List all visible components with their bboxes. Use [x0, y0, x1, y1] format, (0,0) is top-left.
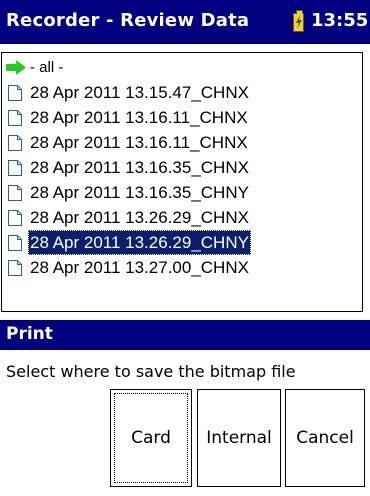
- card-button[interactable]: Card: [110, 389, 192, 487]
- list-item[interactable]: 28 Apr 2011 13.15.47_CHNX: [2, 80, 362, 105]
- file-icon: [8, 260, 22, 276]
- battery-icon: [293, 10, 304, 32]
- internal-button-label: Internal: [206, 428, 272, 448]
- dialog-title: Print: [6, 324, 53, 344]
- title-bar: Recorder - Review Data 13:55: [0, 0, 370, 44]
- list-item-label: 28 Apr 2011 13.16.11_CHNX: [30, 108, 248, 127]
- list-item[interactable]: 28 Apr 2011 13.16.11_CHNX: [2, 105, 362, 130]
- list-item[interactable]: 28 Apr 2011 13.16.35_CHNY: [2, 180, 362, 205]
- cancel-button[interactable]: Cancel: [285, 389, 365, 487]
- cancel-button-label: Cancel: [296, 428, 354, 448]
- file-icon: [8, 85, 22, 101]
- file-icon: [8, 185, 22, 201]
- list-item-label: 28 Apr 2011 13.27.00_CHNX: [30, 258, 249, 277]
- list-item-label: 28 Apr 2011 13.26.29_CHNY: [28, 230, 251, 255]
- file-icon: [8, 210, 22, 226]
- list-item-selected[interactable]: 28 Apr 2011 13.26.29_CHNY: [2, 230, 362, 255]
- list-item-label: 28 Apr 2011 13.26.29_CHNX: [30, 208, 249, 227]
- file-icon: [8, 135, 22, 151]
- list-item-label: - all -: [30, 59, 64, 76]
- clock: 13:55: [311, 10, 369, 31]
- file-list[interactable]: - all - 28 Apr 2011 13.15.47_CHNX 28 Apr…: [1, 52, 363, 312]
- internal-button[interactable]: Internal: [197, 389, 281, 487]
- focus-rect: [114, 393, 188, 483]
- window-title: Recorder - Review Data: [6, 10, 250, 31]
- list-item-label: 28 Apr 2011 13.16.35_CHNY: [30, 183, 249, 202]
- list-item-all[interactable]: - all -: [2, 55, 362, 80]
- list-item[interactable]: 28 Apr 2011 13.27.00_CHNX: [2, 255, 362, 280]
- arrow-right-icon: [6, 60, 26, 75]
- file-icon: [8, 110, 22, 126]
- list-item-label: 28 Apr 2011 13.16.35_CHNX: [30, 158, 249, 177]
- dialog-message: Select where to save the bitmap file: [6, 362, 296, 381]
- list-item-label: 28 Apr 2011 13.15.47_CHNX: [30, 83, 249, 102]
- list-item[interactable]: 28 Apr 2011 13.16.11_CHNX: [2, 130, 362, 155]
- list-item[interactable]: 28 Apr 2011 13.16.35_CHNX: [2, 155, 362, 180]
- list-item[interactable]: 28 Apr 2011 13.26.29_CHNX: [2, 205, 362, 230]
- file-icon: [8, 160, 22, 176]
- dialog-title-bar: Print: [0, 320, 370, 350]
- list-item-label: 28 Apr 2011 13.16.11_CHNX: [30, 133, 248, 152]
- file-icon: [8, 235, 22, 251]
